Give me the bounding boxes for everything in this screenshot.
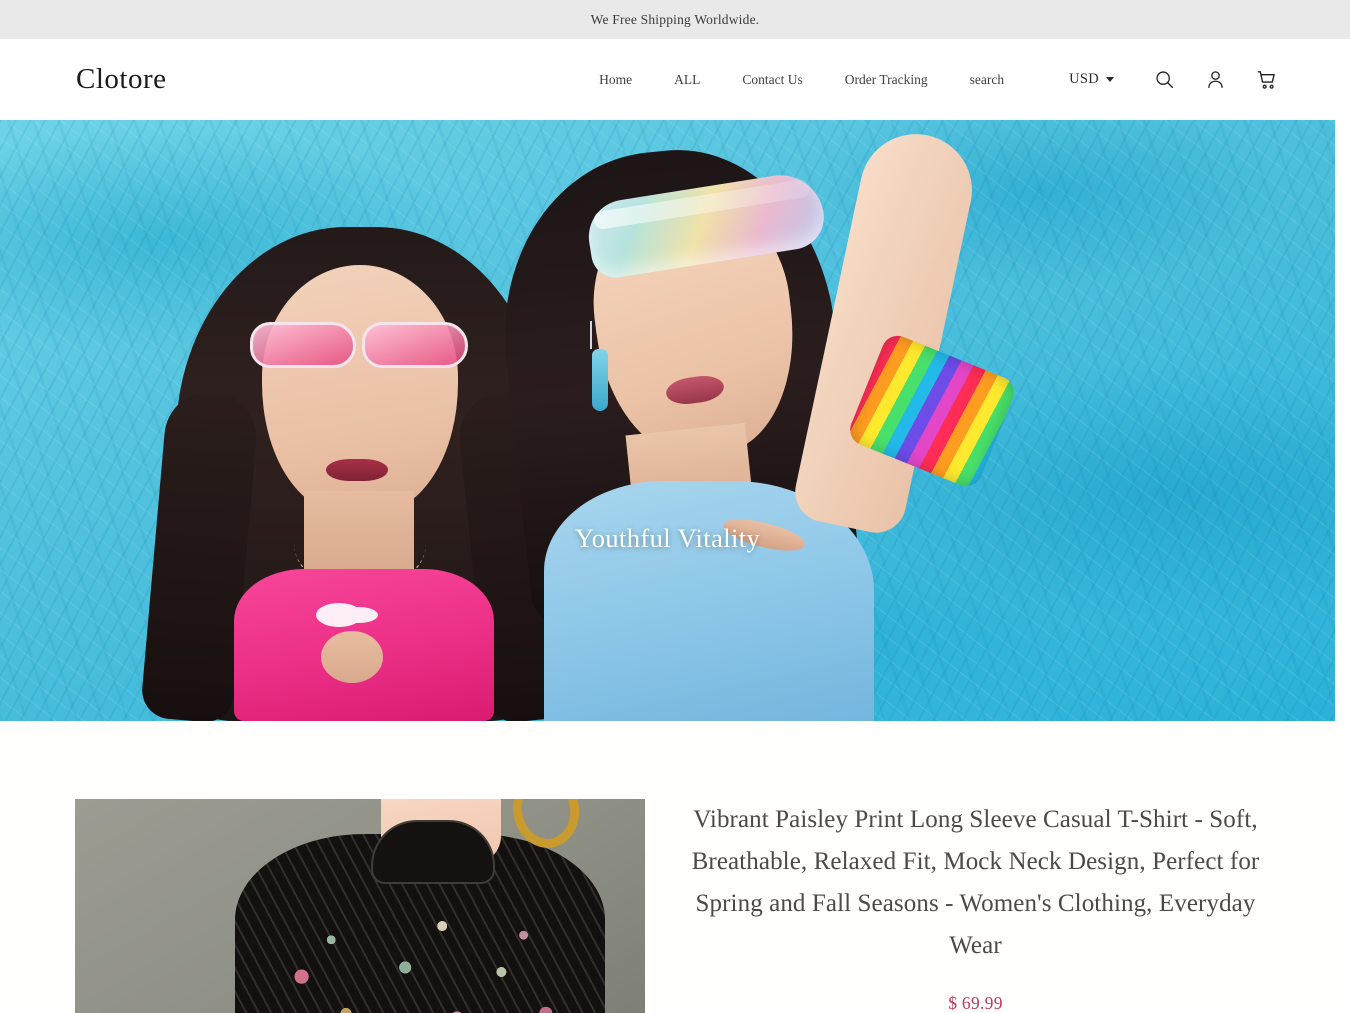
currency-selector[interactable]: USD	[1069, 71, 1114, 88]
hero-model-right	[470, 123, 1030, 721]
nav-order-tracking[interactable]: Order Tracking	[824, 72, 949, 88]
search-icon[interactable]	[1154, 69, 1175, 90]
sunglasses-lens-right	[362, 322, 468, 368]
model-left-bow-detail	[316, 603, 362, 627]
product-title[interactable]: Vibrant Paisley Print Long Sleeve Casual…	[677, 799, 1274, 967]
product-info: Vibrant Paisley Print Long Sleeve Casual…	[645, 799, 1274, 1013]
site-logo[interactable]: Clotore	[76, 65, 167, 94]
nav-all[interactable]: ALL	[653, 72, 721, 88]
product-price: $ 69.99	[948, 993, 1003, 1013]
mock-neck-collar	[371, 820, 495, 884]
announcement-bar: We Free Shipping Worldwide.	[0, 0, 1350, 39]
nav-search[interactable]: search	[949, 72, 1025, 88]
nav-contact-us[interactable]: Contact Us	[721, 72, 823, 88]
pink-sunglasses-icon	[250, 319, 468, 371]
cart-icon[interactable]	[1256, 69, 1278, 91]
nav-home[interactable]: Home	[599, 72, 653, 88]
model-left-cutout	[321, 631, 383, 683]
hero-carousel[interactable]: Youthful Vitality	[0, 120, 1335, 721]
sunglasses-lens-left	[250, 322, 356, 368]
model-left-lips	[326, 459, 388, 481]
product-figure	[195, 799, 615, 1013]
chevron-down-icon	[1106, 77, 1114, 82]
main-navigation: Home ALL Contact Us Order Tracking searc…	[599, 69, 1278, 91]
product-image[interactable]	[75, 799, 645, 1013]
currency-label: USD	[1069, 71, 1099, 87]
hero-title: Youthful Vitality	[574, 523, 761, 553]
account-icon[interactable]	[1205, 69, 1226, 90]
model-right-earring	[590, 321, 608, 411]
header-icon-group	[1154, 69, 1278, 91]
site-header: Clotore Home ALL Contact Us Order Tracki…	[0, 39, 1350, 120]
announcement-text: We Free Shipping Worldwide.	[590, 11, 760, 27]
featured-product-section: Vibrant Paisley Print Long Sleeve Casual…	[0, 721, 1350, 1013]
